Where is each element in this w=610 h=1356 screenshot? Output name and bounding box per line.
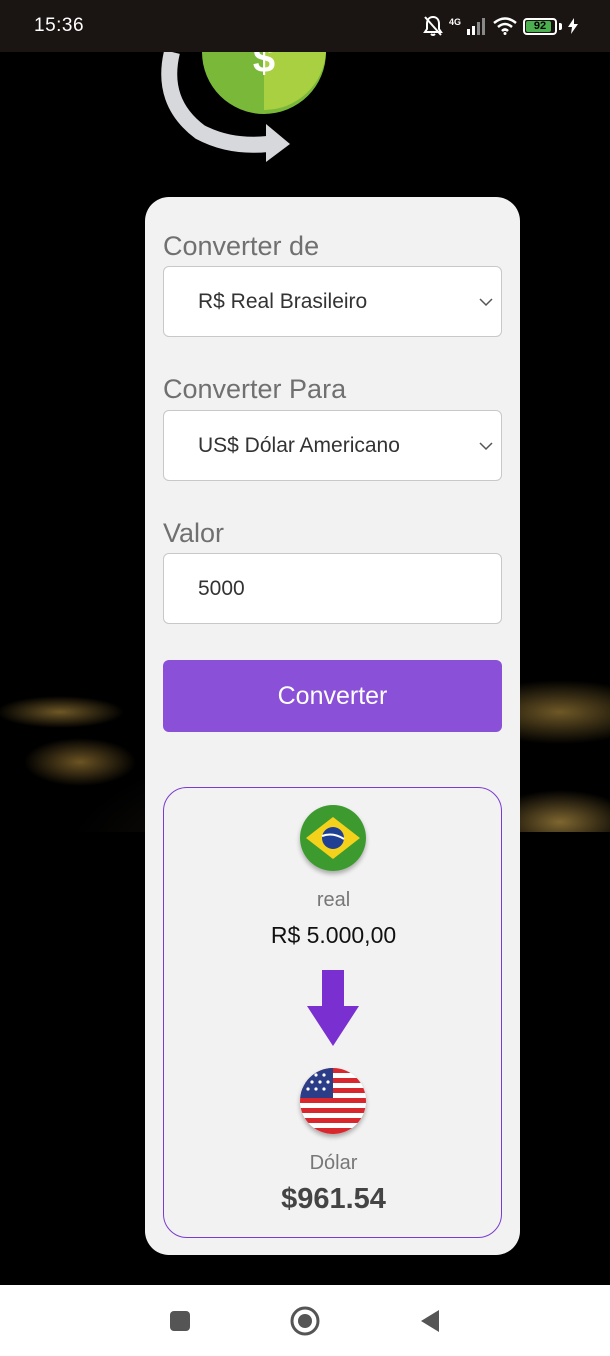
- result-panel: real R$ 5.000,00 Dólar $961.54: [163, 787, 502, 1238]
- from-currency-name: real: [316, 889, 351, 911]
- status-time: 15:36: [34, 15, 85, 36]
- to-currency-select[interactable]: US$ Dólar Americano: [163, 410, 502, 481]
- amount-input[interactable]: 5000: [163, 553, 502, 624]
- wifi-icon: [493, 17, 517, 35]
- from-amount: R$ 5.000,00: [270, 922, 397, 948]
- recent-apps-icon[interactable]: [169, 1310, 191, 1332]
- to-label: Converter Para: [163, 374, 347, 404]
- usa-flag-icon: [300, 1068, 366, 1134]
- converter-card: Converter de R$ Real Brasileiro Converte…: [145, 197, 520, 1255]
- arrow-down-icon: [307, 970, 359, 1046]
- back-icon[interactable]: [419, 1309, 441, 1333]
- amount-value: 5000: [198, 576, 245, 600]
- svg-text:$: $: [253, 52, 275, 81]
- to-currency-name: Dólar: [309, 1152, 358, 1174]
- status-icons: 4G 92: [423, 15, 578, 37]
- network-type: 4G: [448, 17, 461, 27]
- to-amount: $961.54: [281, 1183, 386, 1215]
- bell-off-icon: [423, 15, 443, 36]
- home-icon[interactable]: [290, 1306, 320, 1336]
- amount-label: Valor: [163, 518, 225, 548]
- from-currency-value: R$ Real Brasileiro: [198, 289, 368, 313]
- brazil-flag-icon: [300, 805, 366, 871]
- from-label: Converter de: [163, 231, 320, 261]
- currency-exchange-logo: $: [161, 52, 326, 162]
- from-currency-select[interactable]: R$ Real Brasileiro: [163, 266, 502, 337]
- system-nav-bar: [0, 1285, 610, 1356]
- to-currency-value: US$ Dólar Americano: [198, 433, 400, 457]
- status-bar: 15:36 4G 92: [0, 0, 610, 52]
- battery-icon: 92: [523, 17, 557, 35]
- chevron-down-icon: [479, 442, 493, 451]
- signal-icon: [467, 18, 485, 35]
- chevron-down-icon: [479, 298, 493, 307]
- charging-icon: [568, 18, 578, 34]
- convert-button[interactable]: Converter: [163, 660, 502, 732]
- battery-level: 92: [533, 20, 547, 32]
